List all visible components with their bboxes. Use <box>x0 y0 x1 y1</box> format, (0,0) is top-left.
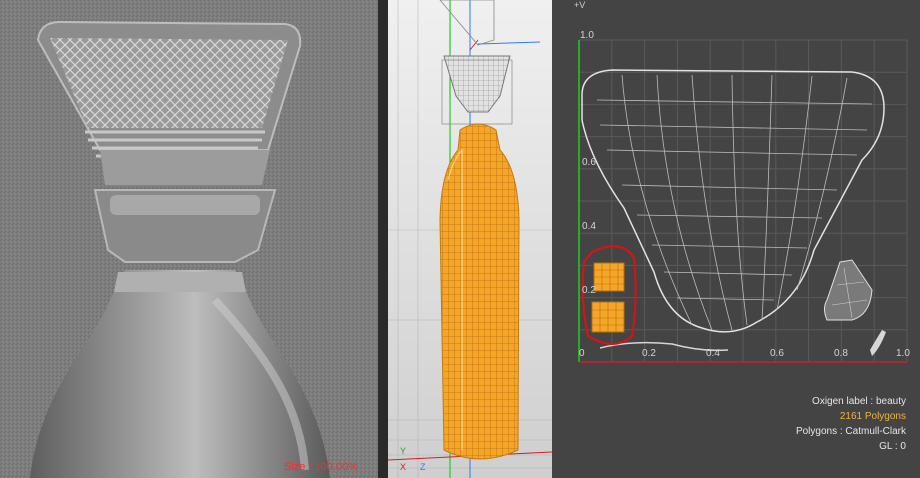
uv-info-overlay: Oxigen label : beauty 2161 Polygons Poly… <box>796 394 906 454</box>
u-tick: 0.6 <box>770 348 784 359</box>
label-name-text: Oxigen label : beauty <box>812 396 906 407</box>
v-tick: 1.0 <box>580 30 594 41</box>
subdivision-mode-text: Polygons : Catmull-Clark <box>795 426 906 437</box>
render-view[interactable]: Size : 100.00% <box>0 0 378 478</box>
zoom-size-readout: Size : 100.00% <box>284 461 358 473</box>
panel-divider[interactable] <box>378 0 388 478</box>
polygon-count-text: 2161 Polygons <box>839 411 906 422</box>
axis-z-label: Z <box>420 462 426 472</box>
gl-status-text: GL : 0 <box>879 441 906 452</box>
u-tick: 0.2 <box>642 348 656 359</box>
u-tick: 0.4 <box>706 348 720 359</box>
v-tick: 0.4 <box>582 221 596 232</box>
u-tick: 1.0 <box>896 348 910 359</box>
bottle-render-image <box>0 0 378 478</box>
u-tick: 0 <box>579 348 585 359</box>
3d-viewport[interactable]: Y X Z <box>388 0 552 478</box>
axis-x-label: X <box>400 462 407 472</box>
u-tick: 0.8 <box>834 348 848 359</box>
v-tick: 0.6 <box>582 157 596 168</box>
axis-y-label: Y <box>400 446 407 456</box>
viewport-scene <box>388 0 552 478</box>
uv-editor[interactable]: +V 1.0 0.6 0.4 0.2 0 0.2 0.4 0.6 0.8 1.0… <box>552 0 920 478</box>
v-tick: 0.2 <box>582 285 596 296</box>
